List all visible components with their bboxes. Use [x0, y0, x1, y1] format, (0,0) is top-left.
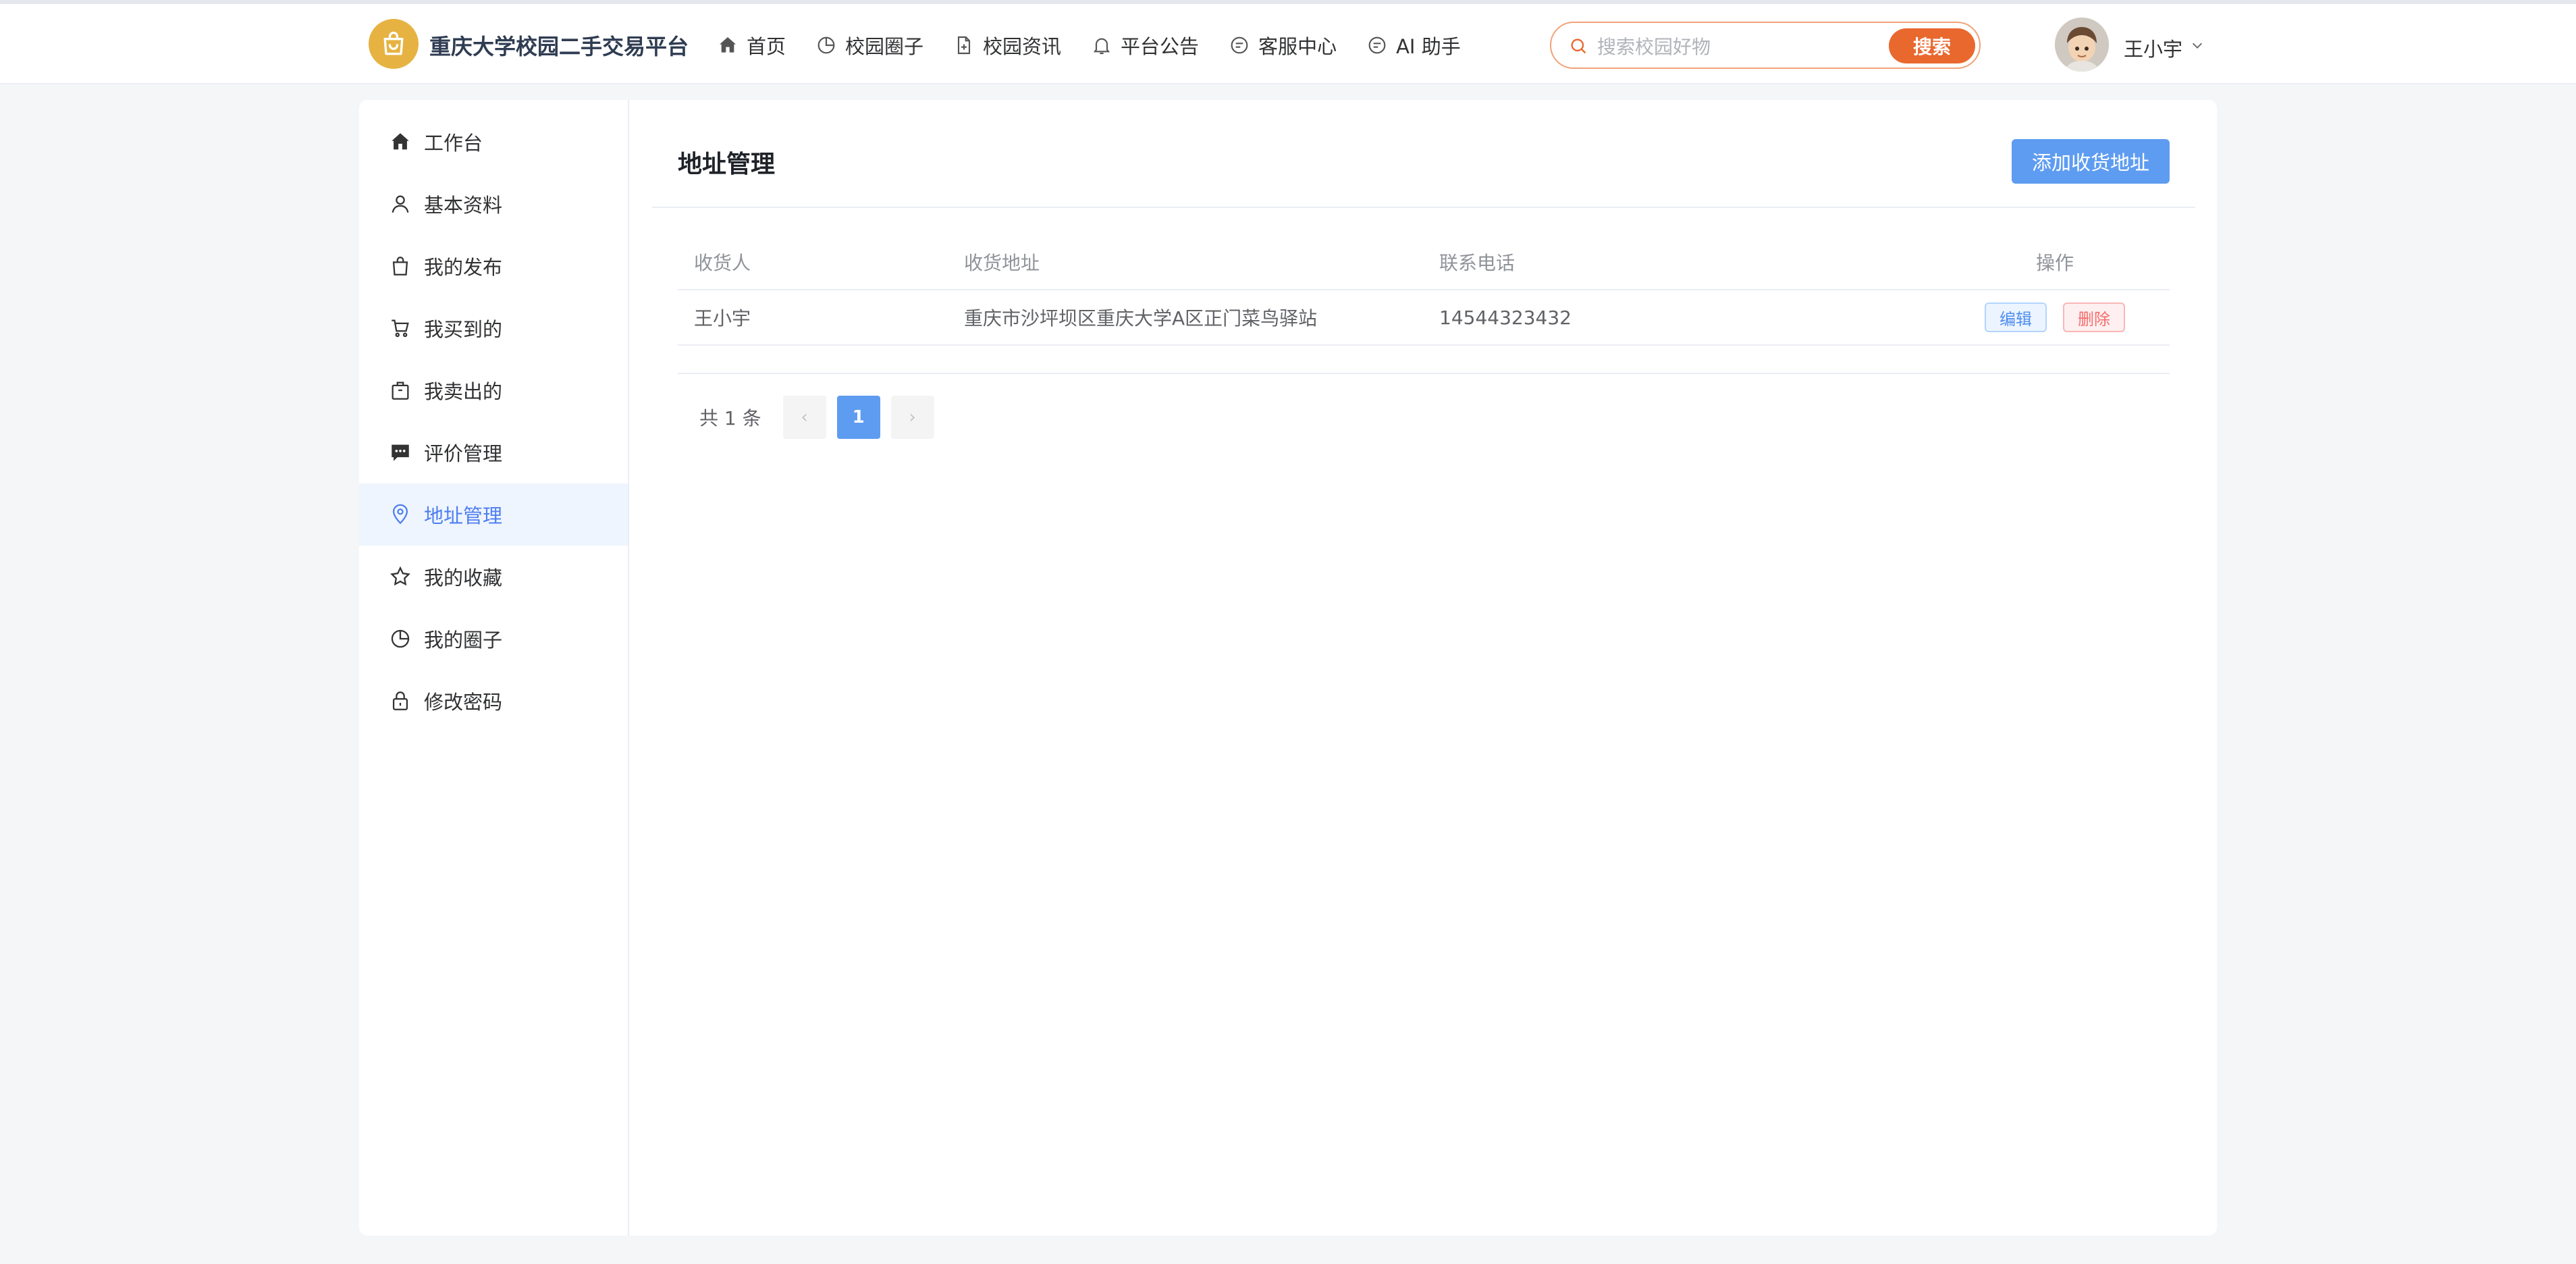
column-header: 收货地址	[964, 252, 1040, 274]
nav-ai-assistant[interactable]: AI 助手	[1366, 31, 1461, 59]
nav-label: 首页	[747, 35, 786, 58]
page-title: 地址管理	[678, 151, 776, 178]
main-nav: 首页 校园圈子 校园资讯 平台公告 客服中心 AI 助手	[717, 31, 1491, 59]
chat-icon	[1231, 36, 1248, 54]
pagination: 共 1 条 ‹ 1 ›	[678, 396, 945, 439]
comment-icon	[392, 444, 409, 461]
address-table: 收货人 收货地址 联系电话 操作 王小宇 重庆市沙坪坝区重庆大学A区正门菜鸟驿站…	[678, 235, 2170, 346]
sidebar-item-favorites[interactable]: 我的收藏	[359, 546, 628, 608]
edit-button[interactable]: 编辑	[1985, 302, 2047, 332]
prev-page-button[interactable]: ‹	[782, 396, 826, 439]
table-header: 收货人 收货地址 联系电话 操作	[678, 235, 2170, 290]
chevron-down-icon[interactable]	[2190, 38, 2205, 53]
actions-cell: 编辑 删除	[1981, 290, 2129, 344]
sidebar-item-label: 我卖出的	[424, 380, 503, 403]
nav-label: 客服中心	[1258, 35, 1337, 58]
top-header: 重庆大学校园二手交易平台 首页 校园圈子 校园资讯 平台公告 客服中心 AI 助…	[0, 4, 2576, 84]
sidebar-item-label: 我买到的	[424, 318, 503, 341]
next-page-button[interactable]: ›	[890, 396, 934, 439]
document-icon	[957, 36, 971, 55]
phone-cell: 14544323432	[1439, 306, 1572, 329]
column-header: 操作	[2035, 252, 2074, 274]
main-card: 工作台 基本资料 我的发布 我买到的 我卖出的 评价管理 地址管理 我的收藏 我…	[359, 100, 2217, 1236]
sidebar-item-label: 地址管理	[424, 504, 503, 527]
bag-icon	[392, 257, 408, 275]
sidebar-item-sold[interactable]: 我卖出的	[359, 359, 628, 421]
nav-customer-service[interactable]: 客服中心	[1229, 31, 1337, 59]
location-icon	[392, 504, 408, 525]
sidebar-item-change-password[interactable]: 修改密码	[359, 670, 628, 732]
shopping-bag-icon	[383, 31, 404, 55]
delete-button[interactable]: 删除	[2063, 302, 2125, 332]
sidebar-item-label: 评价管理	[424, 442, 503, 465]
sidebar-item-my-circle[interactable]: 我的圈子	[359, 608, 628, 670]
nav-home[interactable]: 首页	[717, 31, 786, 59]
username[interactable]: 王小宇	[2124, 34, 2182, 62]
table-row: 王小宇 重庆市沙坪坝区重庆大学A区正门菜鸟驿站 14544323432 编辑 删…	[678, 290, 2170, 346]
logo[interactable]	[369, 19, 419, 69]
content-area: 地址管理 添加收货地址 收货人 收货地址 联系电话 操作 王小宇 重庆市沙坪坝区…	[629, 100, 2217, 1236]
home-icon	[720, 37, 736, 53]
sidebar-item-my-posts[interactable]: 我的发布	[359, 235, 628, 297]
bell-icon	[1093, 38, 1110, 55]
sidebar-item-reviews[interactable]: 评价管理	[359, 421, 628, 483]
sidebar-item-label: 我的发布	[424, 256, 503, 279]
nav-announcements[interactable]: 平台公告	[1091, 31, 1199, 59]
total-count: 共 1 条	[699, 407, 761, 429]
nav-label: 平台公告	[1121, 35, 1200, 58]
sidebar-item-label: 我的圈子	[424, 629, 503, 652]
chat-icon	[1368, 36, 1386, 54]
nav-campus-circle[interactable]: 校园圈子	[815, 31, 923, 59]
recipient-cell: 王小宇	[694, 307, 751, 330]
sidebar-item-label: 工作台	[424, 132, 483, 155]
sidebar-item-label: 基本资料	[424, 194, 503, 217]
sidebar-item-workbench[interactable]: 工作台	[359, 111, 628, 173]
star-icon	[390, 566, 410, 586]
page-number[interactable]: 1	[836, 396, 880, 439]
row-actions: 编辑 删除	[1985, 302, 2125, 332]
sidebar-item-address[interactable]: 地址管理	[359, 483, 628, 546]
sidebar: 工作台 基本资料 我的发布 我买到的 我卖出的 评价管理 地址管理 我的收藏 我…	[359, 100, 629, 1236]
search-box: 搜索	[1550, 22, 1981, 69]
divider	[652, 207, 2195, 208]
user-icon	[392, 195, 409, 213]
cart-icon	[392, 319, 409, 338]
add-address-button[interactable]: 添加收货地址	[2012, 139, 2170, 184]
column-header: 联系电话	[1439, 252, 1515, 274]
nav-label: 校园圈子	[845, 35, 924, 58]
lock-icon	[392, 691, 408, 710]
nav-campus-news[interactable]: 校园资讯	[953, 31, 1061, 59]
site-title[interactable]: 重庆大学校园二手交易平台	[429, 30, 689, 61]
divider	[678, 373, 2170, 374]
nav-label: AI 助手	[1396, 35, 1461, 58]
avatar[interactable]	[2055, 18, 2109, 72]
search-icon	[1571, 38, 1586, 54]
search-button[interactable]: 搜索	[1889, 28, 1975, 63]
sidebar-item-purchased[interactable]: 我买到的	[359, 297, 628, 359]
pie-chart-icon	[817, 36, 835, 54]
search-input[interactable]	[1596, 31, 1855, 62]
sidebar-item-label: 修改密码	[424, 691, 503, 714]
address-cell: 重庆市沙坪坝区重庆大学A区正门菜鸟驿站	[964, 307, 1318, 330]
nav-label: 校园资讯	[983, 35, 1062, 58]
user-avatar-icon	[2055, 18, 2109, 72]
column-header: 收货人	[694, 252, 751, 274]
pie-chart-icon	[391, 629, 410, 648]
sidebar-item-profile[interactable]: 基本资料	[359, 173, 628, 235]
sidebar-item-label: 我的收藏	[424, 567, 503, 589]
box-icon	[392, 381, 409, 400]
home-icon	[392, 133, 409, 150]
